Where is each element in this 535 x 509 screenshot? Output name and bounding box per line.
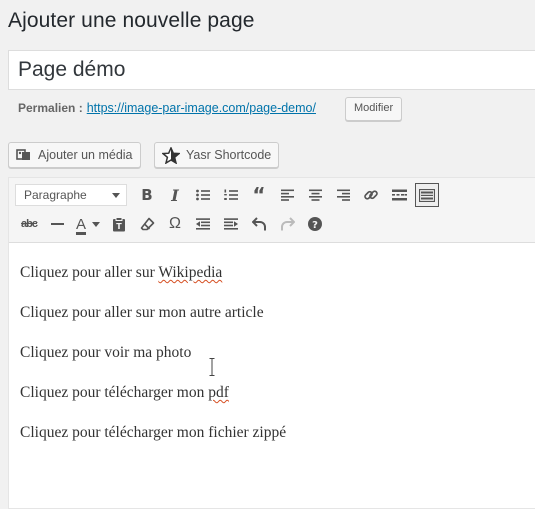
content-paragraph-2: Cliquez pour aller sur mon autre article — [20, 304, 286, 322]
bullet-list-button[interactable] — [189, 182, 217, 208]
svg-text:T: T — [116, 222, 122, 231]
format-select[interactable]: Paragraphe — [15, 184, 127, 206]
numbered-list-icon — [224, 189, 238, 200]
paragraph-text: Cliquez pour télécharger mon — [20, 384, 209, 401]
align-center-icon — [308, 189, 322, 201]
toolbar-toggle-icon — [419, 188, 435, 202]
misspelled-word: pdf — [208, 384, 229, 401]
content-paragraph-4: Cliquez pour télécharger mon pdf — [20, 384, 286, 402]
clear-formatting-button[interactable] — [133, 211, 161, 237]
format-select-value: Paragraphe — [24, 188, 87, 202]
paste-text-icon: T — [113, 216, 125, 231]
indent-button[interactable] — [217, 211, 245, 237]
toolbar-row-2: abc A T Ω ? — [15, 210, 329, 238]
page-title: Ajouter une nouvelle page — [8, 9, 255, 32]
italic-icon: I — [171, 185, 179, 205]
indent-icon — [224, 218, 238, 230]
outdent-icon — [196, 218, 210, 230]
content-paragraph-1: Cliquez pour aller sur Wikipedia — [20, 264, 286, 282]
paragraph-text: Cliquez pour aller sur mon autre article — [20, 304, 264, 321]
align-right-icon — [336, 189, 350, 201]
strikethrough-button[interactable]: abc — [15, 211, 43, 237]
align-left-button[interactable] — [273, 182, 301, 208]
read-more-icon — [391, 189, 407, 201]
svg-text:?: ? — [312, 220, 318, 231]
align-right-button[interactable] — [329, 182, 357, 208]
bullet-list-icon — [196, 189, 210, 201]
help-button[interactable]: ? — [301, 211, 329, 237]
toolbar-row-1: Paragraphe B I “ — [15, 181, 441, 209]
paste-text-button[interactable]: T — [105, 211, 133, 237]
toolbar-toggle-button[interactable] — [415, 183, 439, 207]
link-icon — [364, 190, 378, 200]
editor: Paragraphe B I “ abc A T Ω ? Cliquez pou… — [8, 177, 535, 509]
undo-icon — [251, 217, 266, 231]
add-media-button[interactable]: Ajouter un média — [8, 142, 141, 168]
horizontal-line-button[interactable] — [43, 211, 71, 237]
bold-button[interactable]: B — [133, 182, 161, 208]
clear-formatting-icon — [140, 217, 154, 230]
paragraph-text: Cliquez pour voir ma photo — [20, 344, 192, 361]
editor-content[interactable]: Cliquez pour aller sur Wikipedia Cliquez… — [20, 264, 286, 464]
help-icon: ? — [308, 217, 322, 231]
redo-icon — [280, 217, 295, 231]
text-cursor-icon — [209, 358, 215, 376]
permalink-label: Permalien : — [18, 101, 83, 115]
chevron-down-icon — [92, 221, 100, 227]
add-media-label: Ajouter un média — [38, 148, 133, 162]
content-paragraph-3: Cliquez pour voir ma photo — [20, 344, 286, 362]
bold-icon: B — [141, 186, 153, 204]
blockquote-button[interactable]: “ — [245, 182, 273, 208]
misspelled-word: Wikipedia — [158, 264, 223, 281]
text-color-button[interactable]: A — [71, 211, 105, 237]
permalink: Permalien : https://image-par-image.com/… — [18, 100, 316, 116]
editor-toolbar: Paragraphe B I “ abc A T Ω ? — [9, 178, 535, 243]
italic-button[interactable]: I — [161, 182, 189, 208]
blockquote-icon: “ — [252, 183, 266, 207]
media-icon — [16, 148, 32, 162]
align-left-icon — [280, 189, 294, 201]
permalink-url-link[interactable]: https://image-par-image.com/page-demo/ — [87, 101, 316, 115]
special-character-button[interactable]: Ω — [161, 211, 189, 237]
yasr-shortcode-button[interactable]: Yasr Shortcode — [154, 142, 280, 168]
shortcode-label: Yasr Shortcode — [186, 148, 272, 162]
title-input[interactable]: Page démo — [8, 50, 535, 90]
paragraph-text: Cliquez pour aller sur — [20, 264, 159, 281]
numbered-list-button[interactable] — [217, 182, 245, 208]
undo-button[interactable] — [245, 211, 273, 237]
star-icon — [162, 146, 180, 164]
outdent-button[interactable] — [189, 211, 217, 237]
link-button[interactable] — [357, 182, 385, 208]
paragraph-text: Cliquez pour télécharger mon fichier zip… — [20, 424, 287, 441]
text-color-icon: A — [75, 215, 86, 233]
read-more-button[interactable] — [385, 182, 413, 208]
redo-button[interactable] — [273, 211, 301, 237]
content-paragraph-5: Cliquez pour télécharger mon fichier zip… — [20, 424, 286, 442]
strikethrough-icon: abc — [21, 218, 38, 230]
chevron-down-icon — [112, 193, 120, 198]
align-center-button[interactable] — [301, 182, 329, 208]
special-character-icon: Ω — [169, 215, 181, 232]
edit-permalink-button[interactable]: Modifier — [345, 97, 403, 121]
horizontal-line-icon — [50, 223, 64, 225]
